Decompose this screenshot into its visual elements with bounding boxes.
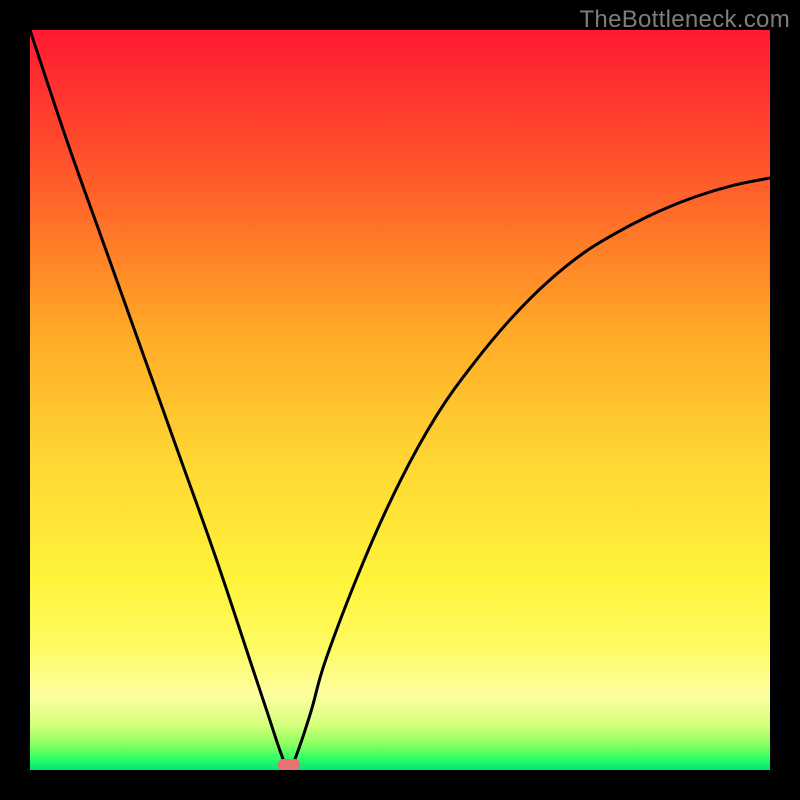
plot-area xyxy=(30,30,770,770)
bottleneck-chart xyxy=(30,30,770,770)
gradient-background xyxy=(30,30,770,770)
optimum-marker xyxy=(278,759,300,770)
chart-frame: TheBottleneck.com xyxy=(0,0,800,800)
